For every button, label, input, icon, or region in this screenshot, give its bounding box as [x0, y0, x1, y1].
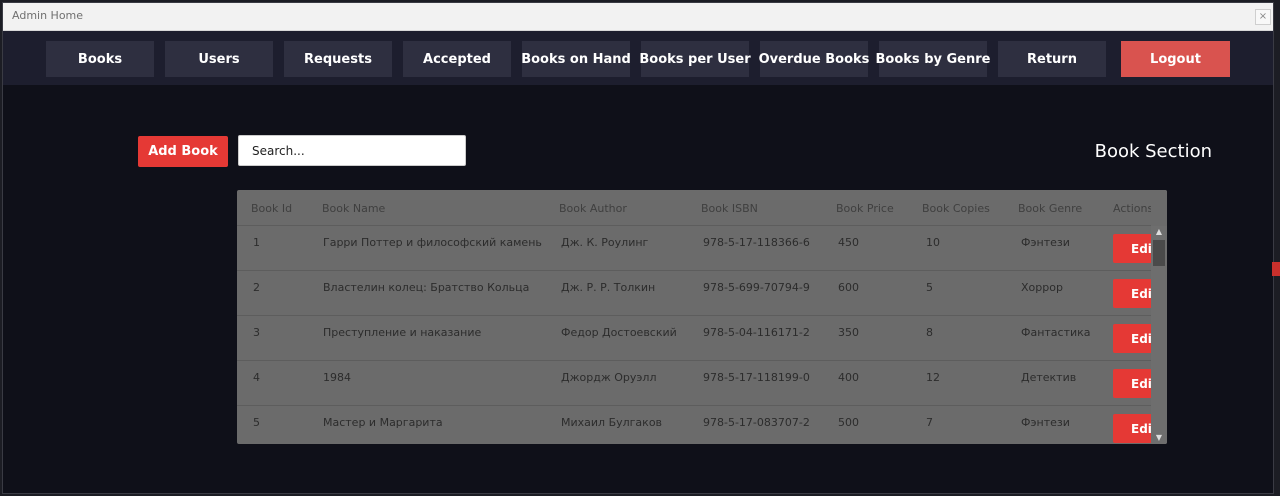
books-table: Book Id Book Name Book Author Book ISBN …: [237, 190, 1167, 444]
cell-isbn: 978-5-17-118366-6: [703, 236, 810, 249]
cell-genre: Хоррор: [1021, 281, 1063, 294]
logout-button[interactable]: Logout: [1121, 41, 1230, 77]
cell-name: Мастер и Маргарита: [323, 416, 443, 429]
header-book-author: Book Author: [559, 202, 627, 215]
cell-price: 400: [838, 371, 859, 384]
cell-id: 2: [253, 281, 260, 294]
cell-id: 3: [253, 326, 260, 339]
cell-name: Властелин колец: Братство Кольца: [323, 281, 530, 294]
cell-price: 350: [838, 326, 859, 339]
nav-users-button[interactable]: Users: [165, 41, 273, 77]
table-row: 3 Преступление и наказание Федор Достоев…: [237, 316, 1157, 361]
table-row: 4 1984 Джордж Оруэлл 978-5-17-118199-0 4…: [237, 361, 1157, 406]
nav-requests-button[interactable]: Requests: [284, 41, 392, 77]
cell-isbn: 978-5-17-118199-0: [703, 371, 810, 384]
section-title: Book Section: [1094, 141, 1212, 162]
cell-id: 5: [253, 416, 260, 429]
cell-isbn: 978-5-04-116171-2: [703, 326, 810, 339]
header-book-id: Book Id: [251, 202, 293, 215]
scroll-down-icon[interactable]: ▼: [1151, 432, 1167, 444]
cell-copies: 8: [926, 326, 933, 339]
cell-genre: Фантастика: [1021, 326, 1091, 339]
search-input[interactable]: [238, 135, 466, 166]
cell-name: Гарри Поттер и философский камень: [323, 236, 542, 249]
background-window-edge: [1272, 262, 1280, 276]
cell-author: Михаил Булгаков: [561, 416, 663, 429]
cell-genre: Фэнтези: [1021, 236, 1070, 249]
window-title: Admin Home: [12, 9, 84, 22]
nav-accepted-button[interactable]: Accepted: [403, 41, 511, 77]
cell-author: Дж. Р. Р. Толкин: [561, 281, 656, 294]
cell-name: 1984: [323, 371, 351, 384]
cell-copies: 10: [926, 236, 940, 249]
cell-author: Джордж Оруэлл: [561, 371, 657, 384]
header-book-copies: Book Copies: [922, 202, 990, 215]
header-scroll-gap: [1151, 190, 1167, 226]
cell-copies: 5: [926, 281, 933, 294]
nav-books-by-genre-button[interactable]: Books by Genre: [876, 41, 990, 77]
table-scrollbar[interactable]: ▲ ▼: [1151, 226, 1167, 444]
cell-price: 600: [838, 281, 859, 294]
cell-name: Преступление и наказание: [323, 326, 482, 339]
table-header: Book Id Book Name Book Author Book ISBN …: [237, 190, 1167, 226]
cell-genre: Фэнтези: [1021, 416, 1070, 429]
window-titlebar: Admin Home ×: [3, 3, 1273, 31]
table-row: 5 Мастер и Маргарита Михаил Булгаков 978…: [237, 406, 1157, 444]
header-book-isbn: Book ISBN: [701, 202, 758, 215]
cell-id: 1: [253, 236, 260, 249]
header-book-genre: Book Genre: [1018, 202, 1083, 215]
cell-isbn: 978-5-699-70794-9: [703, 281, 810, 294]
cell-isbn: 978-5-17-083707-2: [703, 416, 810, 429]
scroll-up-icon[interactable]: ▲: [1151, 226, 1167, 238]
cell-price: 450: [838, 236, 859, 249]
nav-overdue-books-button[interactable]: Overdue Books: [759, 41, 869, 77]
cell-author: Дж. К. Роулинг: [561, 236, 649, 249]
header-book-name: Book Name: [322, 202, 386, 215]
table-row: 1 Гарри Поттер и философский камень Дж. …: [237, 226, 1157, 271]
cell-copies: 7: [926, 416, 933, 429]
top-navbar: Books Users Requests Accepted Books on H…: [3, 31, 1273, 85]
nav-return-button[interactable]: Return: [998, 41, 1106, 77]
cell-copies: 12: [926, 371, 940, 384]
scroll-thumb[interactable]: [1153, 240, 1165, 266]
add-book-button[interactable]: Add Book: [138, 136, 228, 167]
nav-books-on-hand-button[interactable]: Books on Hand: [521, 41, 631, 77]
header-book-price: Book Price: [836, 202, 894, 215]
table-row: 2 Властелин колец: Братство Кольца Дж. Р…: [237, 271, 1157, 316]
cell-genre: Детектив: [1021, 371, 1077, 384]
cell-author: Федор Достоевский: [561, 326, 677, 339]
cell-price: 500: [838, 416, 859, 429]
nav-books-per-user-button[interactable]: Books per User: [639, 41, 751, 77]
header-actions: Actions: [1113, 202, 1154, 215]
close-icon[interactable]: ×: [1255, 9, 1271, 25]
admin-window: Admin Home × Books Users Requests Accept…: [2, 2, 1274, 494]
cell-id: 4: [253, 371, 260, 384]
nav-books-button[interactable]: Books: [46, 41, 154, 77]
